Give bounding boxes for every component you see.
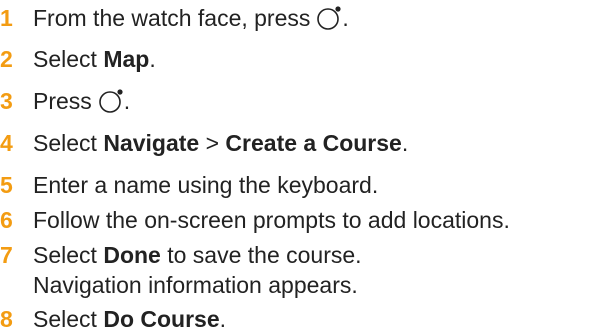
menu-term: Done (103, 242, 161, 268)
step-text: Select Done to save the course. (33, 242, 362, 268)
step-text: Follow the on-screen prompts to add loca… (33, 207, 510, 233)
menu-term: Do Course (103, 306, 220, 332)
step-number: 3 (0, 88, 13, 114)
step-text: From the watch face, press. (33, 5, 349, 31)
step-number: 6 (0, 207, 13, 233)
menu-term: Create a Course (225, 130, 402, 156)
menu-term: Map (103, 46, 150, 72)
step-text: Select Do Course. (33, 306, 227, 332)
step-number: 2 (0, 46, 13, 72)
step-text: Press. (33, 88, 131, 114)
watch-button-icon (316, 5, 342, 31)
watch-button-icon (98, 88, 124, 114)
step-text: Enter a name using the keyboard. (33, 172, 379, 198)
step-number: 4 (0, 130, 13, 156)
step-number: 1 (0, 5, 13, 31)
step-note: Navigation information appears. (33, 272, 358, 298)
step-list: 1 From the watch face, press. 2 Select M… (0, 0, 604, 336)
step-text: Select Map. (33, 46, 156, 72)
step-text: Select Navigate > Create a Course. (33, 130, 409, 156)
step-number: 8 (0, 306, 13, 332)
step-number: 7 (0, 242, 13, 268)
step-number: 5 (0, 172, 13, 198)
menu-term: Navigate (103, 130, 200, 156)
